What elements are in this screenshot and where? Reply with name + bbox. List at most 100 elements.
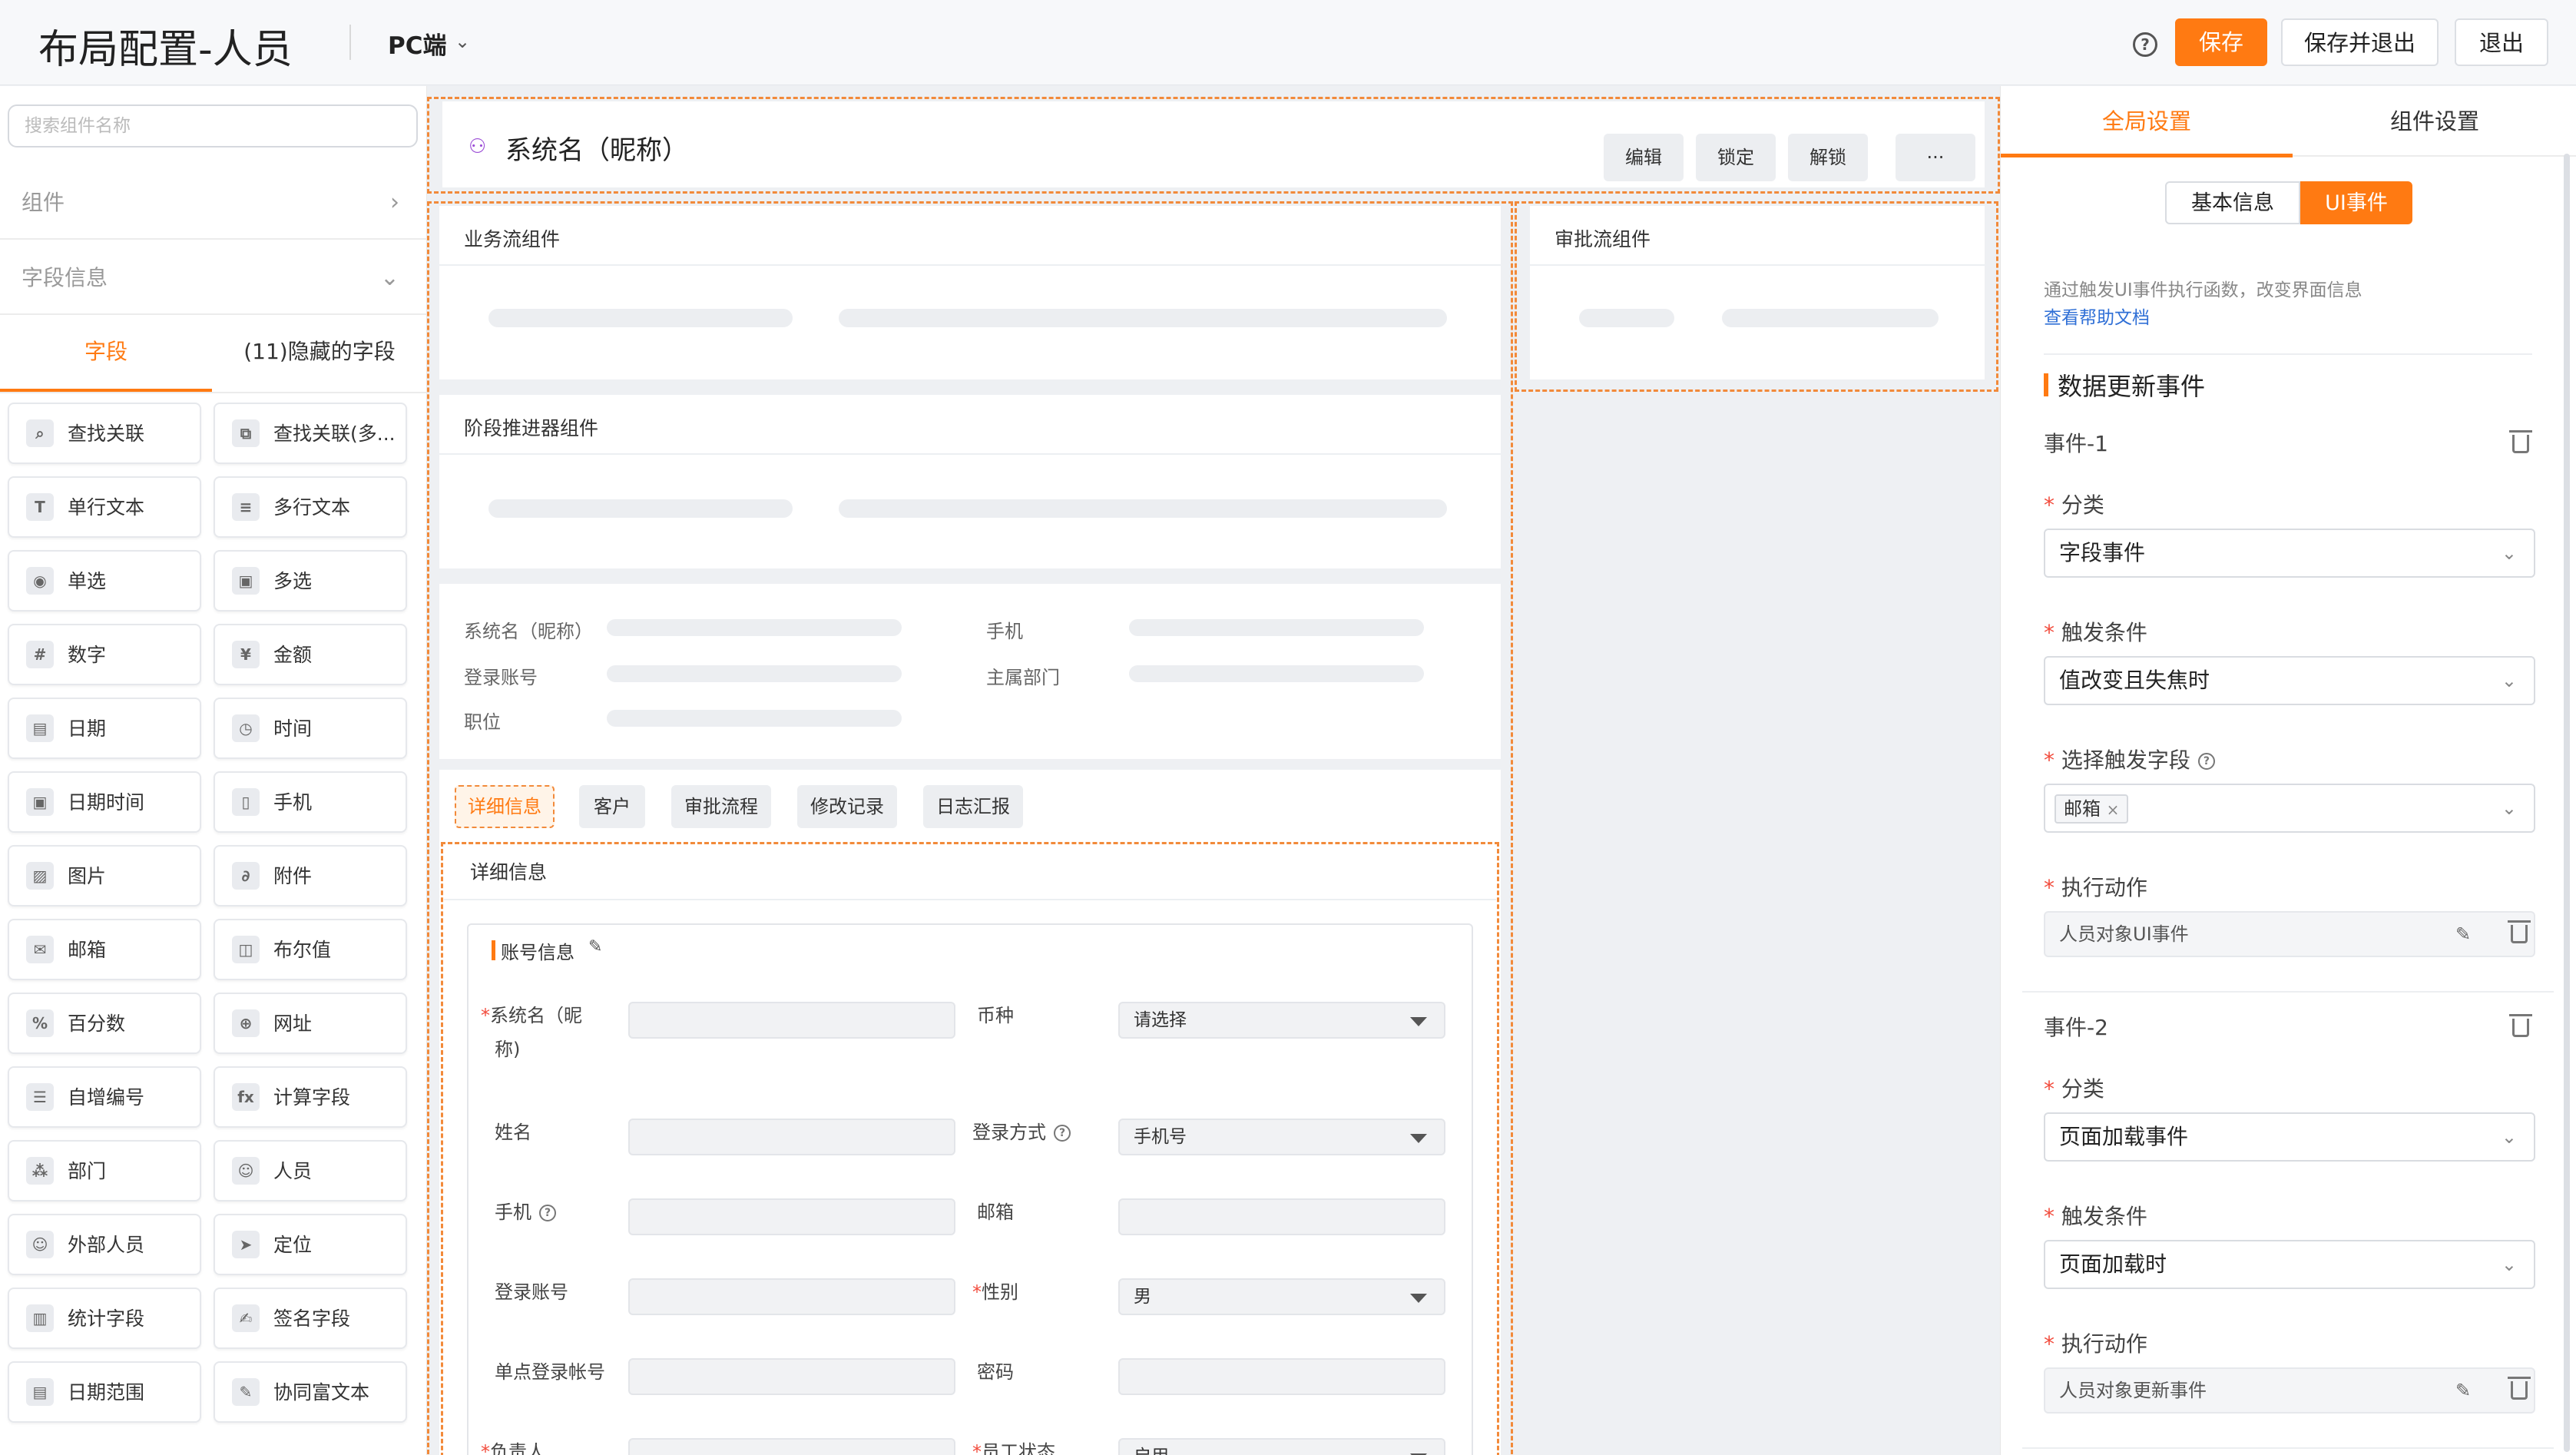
workflow-card[interactable]: 业务流组件 [439, 206, 1501, 379]
unlock-button[interactable]: 解锁 [1788, 134, 1868, 181]
date-range-icon: ▤ [26, 1378, 54, 1406]
component-item[interactable]: ▤ 日期范围 [8, 1361, 201, 1423]
component-item[interactable]: ☰ 自增编号 [8, 1066, 201, 1128]
owner-input[interactable] [628, 1438, 955, 1455]
rich-text-icon: ✎ [232, 1378, 260, 1406]
component-item[interactable]: ≡ 多行文本 [214, 476, 407, 538]
help-icon[interactable]: ? [2133, 32, 2157, 57]
help-doc-link[interactable]: 查看帮助文档 [2044, 303, 2150, 329]
chevron-down-icon[interactable]: ⌄ [455, 31, 470, 52]
chevron-down-icon: ⌄ [379, 264, 399, 291]
password-input[interactable] [1118, 1358, 1445, 1395]
component-item[interactable]: ◫ 布尔值 [214, 919, 407, 980]
platform-selector[interactable]: PC端 [388, 26, 446, 61]
delete-event-1-icon[interactable] [2509, 430, 2532, 453]
save-exit-button[interactable]: 保存并退出 [2281, 18, 2439, 66]
approval-flow-card[interactable]: 审批流组件 [1530, 206, 1985, 379]
skeleton-bar [488, 309, 793, 327]
account-info-group: 账号信息 ✎ *系统名（昵 称) 币种 请选择 姓名 登录方式? 手机号 手机?… [467, 923, 1473, 1455]
tab-global-settings[interactable]: 全局设置 [2001, 86, 2293, 157]
more-button[interactable]: ··· [1896, 134, 1975, 181]
component-item[interactable]: ▣ 日期时间 [8, 771, 201, 833]
nickname-input[interactable] [628, 1002, 955, 1039]
edit-button[interactable]: 编辑 [1604, 134, 1684, 181]
section-field-info[interactable]: 字段信息 ⌄ [0, 241, 427, 315]
component-item[interactable]: fx 计算字段 [214, 1066, 407, 1128]
component-item[interactable]: # 数字 [8, 624, 201, 685]
tab-log-report[interactable]: 日志汇报 [923, 785, 1023, 828]
tab-detail-info[interactable]: 详细信息 [455, 785, 555, 828]
email-input[interactable] [1118, 1198, 1445, 1235]
date-icon: ▤ [26, 714, 54, 742]
section-components[interactable]: 组件 › [0, 166, 427, 240]
save-button[interactable]: 保存 [2175, 18, 2267, 66]
component-item[interactable]: ∂ 附件 [214, 845, 407, 906]
event-2-trigger-select[interactable]: 页面加载时 ⌄ [2044, 1240, 2535, 1289]
stage-card[interactable]: 阶段推进器组件 [439, 395, 1501, 568]
component-item[interactable]: ▯ 手机 [214, 771, 407, 833]
summary-info-card[interactable]: 系统名（昵称） 手机 登录账号 主属部门 职位 [439, 584, 1501, 759]
component-item[interactable]: ☺ 外部人员 [8, 1214, 201, 1275]
employee-status-select[interactable]: 启用 [1118, 1438, 1445, 1455]
component-search-input[interactable]: 搜索组件名称 [8, 104, 418, 147]
tab-approval-process[interactable]: 审批流程 [671, 785, 771, 828]
object-header-card[interactable]: ⚇ 系统名（昵称） 编辑 锁定 解锁 ··· [442, 101, 1985, 187]
component-item[interactable]: ⊕ 网址 [214, 993, 407, 1054]
component-item[interactable]: ◷ 时间 [214, 698, 407, 759]
component-item[interactable]: ◉ 单选 [8, 550, 201, 611]
component-item[interactable]: ▨ 图片 [8, 845, 201, 906]
login-account-input[interactable] [628, 1278, 955, 1315]
component-item[interactable]: ▣ 多选 [214, 550, 407, 611]
name-input[interactable] [628, 1119, 955, 1155]
segment-basic-info[interactable]: 基本信息 [2165, 181, 2300, 224]
tab-component-settings[interactable]: 组件设置 [2293, 86, 2576, 157]
edit-pencil-icon: ✎ [2455, 923, 2472, 945]
exit-button[interactable]: 退出 [2455, 18, 2548, 66]
component-item-label: 单选 [68, 570, 107, 592]
tab-hidden-fields[interactable]: (11)隐藏的字段 [212, 313, 427, 390]
delete-action-2-icon[interactable] [2508, 1377, 2531, 1400]
lock-button[interactable]: 锁定 [1696, 134, 1776, 181]
component-item[interactable]: ✉ 邮箱 [8, 919, 201, 980]
component-item[interactable]: ☺ 人员 [214, 1140, 407, 1201]
component-item-label: 布尔值 [273, 939, 332, 961]
label-nickname-cont: 称) [495, 1039, 521, 1060]
component-item-label: 多选 [273, 570, 313, 592]
event-2-category-select[interactable]: 页面加载事件 ⌄ [2044, 1112, 2535, 1162]
component-item[interactable]: ⧉ 查找关联(多... [214, 403, 407, 464]
signature-icon: ✍ [232, 1304, 260, 1332]
component-item[interactable]: ▤ 日期 [8, 698, 201, 759]
event-1-field-select[interactable]: 邮箱 × ⌄ [2044, 784, 2535, 833]
ui-event-hint: 通过触发UI事件执行函数，改变界面信息 [2044, 280, 2362, 300]
tab-customer[interactable]: 客户 [579, 785, 645, 828]
delete-event-2-icon[interactable] [2509, 1014, 2532, 1037]
login-method-select[interactable]: 手机号 [1118, 1119, 1445, 1155]
component-item[interactable]: ⁂ 部门 [8, 1140, 201, 1201]
info-label-account: 登录账号 [464, 667, 538, 688]
skeleton-bar [488, 499, 793, 518]
event-1-action-field[interactable]: 人员对象UI事件 ✎ [2044, 911, 2535, 957]
tab-fields[interactable]: 字段 [0, 313, 212, 390]
component-item[interactable]: ⌕ 查找关联 [8, 403, 201, 464]
component-item[interactable]: ✍ 签名字段 [214, 1288, 407, 1349]
component-item[interactable]: ✎ 协同富文本 [214, 1361, 407, 1423]
sso-account-input[interactable] [628, 1358, 955, 1395]
phone-input[interactable] [628, 1198, 955, 1235]
component-item[interactable]: T 单行文本 [8, 476, 201, 538]
segment-ui-events[interactable]: UI事件 [2300, 181, 2412, 224]
component-item[interactable]: ▥ 统计字段 [8, 1288, 201, 1349]
component-item-label: 自增编号 [68, 1086, 145, 1109]
component-item[interactable]: ➤ 定位 [214, 1214, 407, 1275]
event-2-action-field[interactable]: 人员对象更新事件 ✎ [2044, 1367, 2535, 1414]
right-panel-scrollbar[interactable] [2564, 154, 2570, 1452]
currency-select[interactable]: 请选择 [1118, 1002, 1445, 1039]
gender-select[interactable]: 男 [1118, 1278, 1445, 1315]
component-item[interactable]: ¥ 金额 [214, 624, 407, 685]
event-1-category-select[interactable]: 字段事件 ⌄ [2044, 529, 2535, 578]
edit-pencil-icon[interactable]: ✎ [588, 937, 602, 956]
event-1-trigger-select[interactable]: 值改变且失焦时 ⌄ [2044, 656, 2535, 705]
phone-icon: ▯ [232, 788, 260, 816]
delete-action-1-icon[interactable] [2508, 920, 2531, 943]
tab-change-log[interactable]: 修改记录 [797, 785, 897, 828]
component-item[interactable]: % 百分数 [8, 993, 201, 1054]
